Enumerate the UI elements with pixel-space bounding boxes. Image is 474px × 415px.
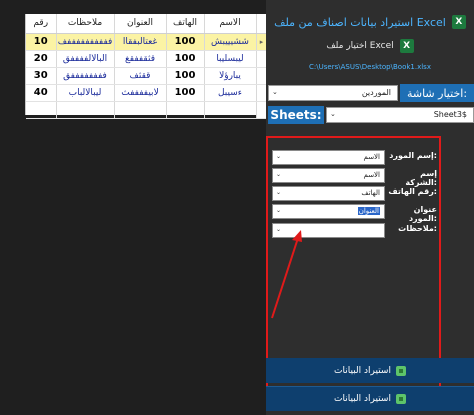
import-data-label: استيراد البيانات bbox=[334, 394, 391, 404]
cell-name[interactable]: يبارؤلا bbox=[204, 67, 257, 85]
cell-notes[interactable]: ليبالالباب bbox=[56, 84, 115, 102]
address-select[interactable]: ⌄ العنوان bbox=[272, 204, 385, 219]
database-icon bbox=[395, 365, 406, 376]
chevron-down-icon: ⌄ bbox=[276, 207, 282, 214]
import-data-button-2[interactable]: استيراد البيانات bbox=[266, 386, 474, 411]
address-value: العنوان bbox=[357, 207, 380, 215]
panel-title: استيراد بيانات اصناف من ملف Excel bbox=[274, 15, 446, 29]
sheets-select-value: Sheet3$ bbox=[433, 110, 467, 119]
cell-phone[interactable]: 100 bbox=[166, 33, 205, 51]
table-row[interactable]: 30 ففففففففق ققثف 100 يبارؤلا bbox=[26, 67, 268, 85]
excel-icon: X bbox=[451, 15, 466, 29]
address-label: عنوان المورد: bbox=[408, 205, 437, 223]
table-row[interactable]: 10 ففففففففففف غعتالبفقاا 100 ششيييبش ▸ bbox=[26, 33, 268, 51]
excel-icon: X bbox=[399, 39, 414, 53]
cell-notes[interactable]: ففففففففق bbox=[56, 67, 115, 85]
screen-select-row: ⌄ الموردين اختيار شاشة: bbox=[266, 84, 474, 102]
col-header-notes[interactable]: ملاحظات bbox=[56, 14, 115, 34]
col-header-number[interactable]: رقم bbox=[26, 14, 57, 34]
chevron-down-icon: ⌄ bbox=[272, 88, 278, 96]
screen-select[interactable]: ⌄ الموردين bbox=[268, 85, 398, 101]
new-row[interactable] bbox=[26, 101, 268, 119]
cell-notes[interactable]: البالالففففق bbox=[56, 50, 115, 68]
sheets-select[interactable]: ⌄ Sheet3$ bbox=[326, 107, 474, 123]
cell-address[interactable]: غعتالبفقاا bbox=[114, 33, 167, 51]
empty-cell[interactable] bbox=[26, 101, 57, 119]
cell-address[interactable]: ققثف bbox=[114, 67, 167, 85]
choose-file-button[interactable]: اختيار ملف Excel X bbox=[268, 36, 472, 56]
red-arrow-icon bbox=[271, 230, 302, 319]
cell-phone[interactable]: 100 bbox=[166, 67, 205, 85]
col-header-phone[interactable]: الهاتف bbox=[166, 14, 205, 34]
cell-number[interactable]: 40 bbox=[26, 84, 57, 102]
col-header-name[interactable]: الاسم bbox=[204, 14, 257, 34]
import-data-label: استيراد البيانات bbox=[334, 365, 391, 376]
company-name-value: الاسم bbox=[363, 171, 380, 179]
phone-label: رقم الهاتف: bbox=[388, 187, 437, 196]
col-header-address[interactable]: العنوان bbox=[114, 14, 167, 34]
sheets-select-row: Sheets: ⌄ Sheet3$ bbox=[266, 106, 474, 124]
table-row[interactable]: 40 ليبالالباب لابيففففث 100 ءسيبل bbox=[26, 84, 268, 102]
cell-name[interactable]: ششيييبش bbox=[204, 33, 257, 51]
empty-cell[interactable] bbox=[166, 101, 205, 119]
phone-value: الهاتف bbox=[361, 189, 380, 197]
chevron-down-icon: ⌄ bbox=[276, 171, 282, 178]
mapping-row-supplier-name: ⌄ الاسم إسم المورد: bbox=[272, 150, 437, 165]
cell-notes[interactable]: ففففففففففف bbox=[56, 33, 115, 51]
cell-number[interactable]: 10 bbox=[26, 33, 57, 51]
empty-cell[interactable] bbox=[204, 101, 257, 119]
file-path-label: C:\Users\ASUS\Desktop\Book1.xlsx bbox=[309, 63, 431, 71]
database-icon bbox=[395, 394, 406, 404]
cell-address[interactable]: لابيففففث bbox=[114, 84, 167, 102]
import-data-button[interactable]: استيراد البيانات bbox=[266, 358, 474, 383]
screen-select-label: اختيار شاشة: bbox=[400, 84, 474, 102]
chevron-down-icon: ⌄ bbox=[330, 110, 336, 118]
chevron-down-icon: ⌄ bbox=[276, 153, 282, 160]
mapping-row-phone: ⌄ الهاتف رقم الهاتف: bbox=[272, 186, 437, 201]
cell-phone[interactable]: 100 bbox=[166, 84, 205, 102]
grid-header-row: رقم ملاحظات العنوان الهاتف الاسم bbox=[26, 14, 268, 34]
sheets-label: Sheets: bbox=[268, 106, 324, 124]
chevron-down-icon: ⌄ bbox=[276, 189, 282, 196]
cell-number[interactable]: 20 bbox=[26, 50, 57, 68]
data-grid[interactable]: رقم ملاحظات العنوان الهاتف الاسم 10 فففف… bbox=[25, 14, 268, 119]
empty-cell[interactable] bbox=[114, 101, 167, 119]
cell-phone[interactable]: 100 bbox=[166, 50, 205, 68]
table-row[interactable]: 20 البالالففففق قثقففقغ 100 ليبسليبا bbox=[26, 50, 268, 68]
choose-file-label: اختيار ملف Excel bbox=[326, 41, 394, 51]
mapping-row-address: ⌄ العنوان عنوان المورد: bbox=[272, 204, 437, 223]
empty-cell[interactable] bbox=[56, 101, 115, 119]
cell-number[interactable]: 30 bbox=[26, 67, 57, 85]
supplier-name-select[interactable]: ⌄ الاسم bbox=[272, 150, 385, 165]
company-name-label: إسم الشركة: bbox=[405, 169, 437, 187]
screen-select-value: الموردين bbox=[361, 88, 391, 97]
cell-name[interactable]: ليبسليبا bbox=[204, 50, 257, 68]
supplier-name-label: إسم المورد: bbox=[389, 151, 437, 160]
cell-address[interactable]: قثقففقغ bbox=[114, 50, 167, 68]
notes-label: ملاحظات: bbox=[398, 224, 437, 233]
supplier-name-value: الاسم bbox=[363, 153, 380, 161]
panel-title-bar: استيراد بيانات اصناف من ملف Excel X bbox=[266, 12, 474, 32]
company-name-select[interactable]: ⌄ الاسم bbox=[272, 168, 385, 183]
cell-name[interactable]: ءسيبل bbox=[204, 84, 257, 102]
phone-select[interactable]: ⌄ الهاتف bbox=[272, 186, 385, 201]
mapping-row-company-name: ⌄ الاسم إسم الشركة: bbox=[272, 168, 437, 187]
